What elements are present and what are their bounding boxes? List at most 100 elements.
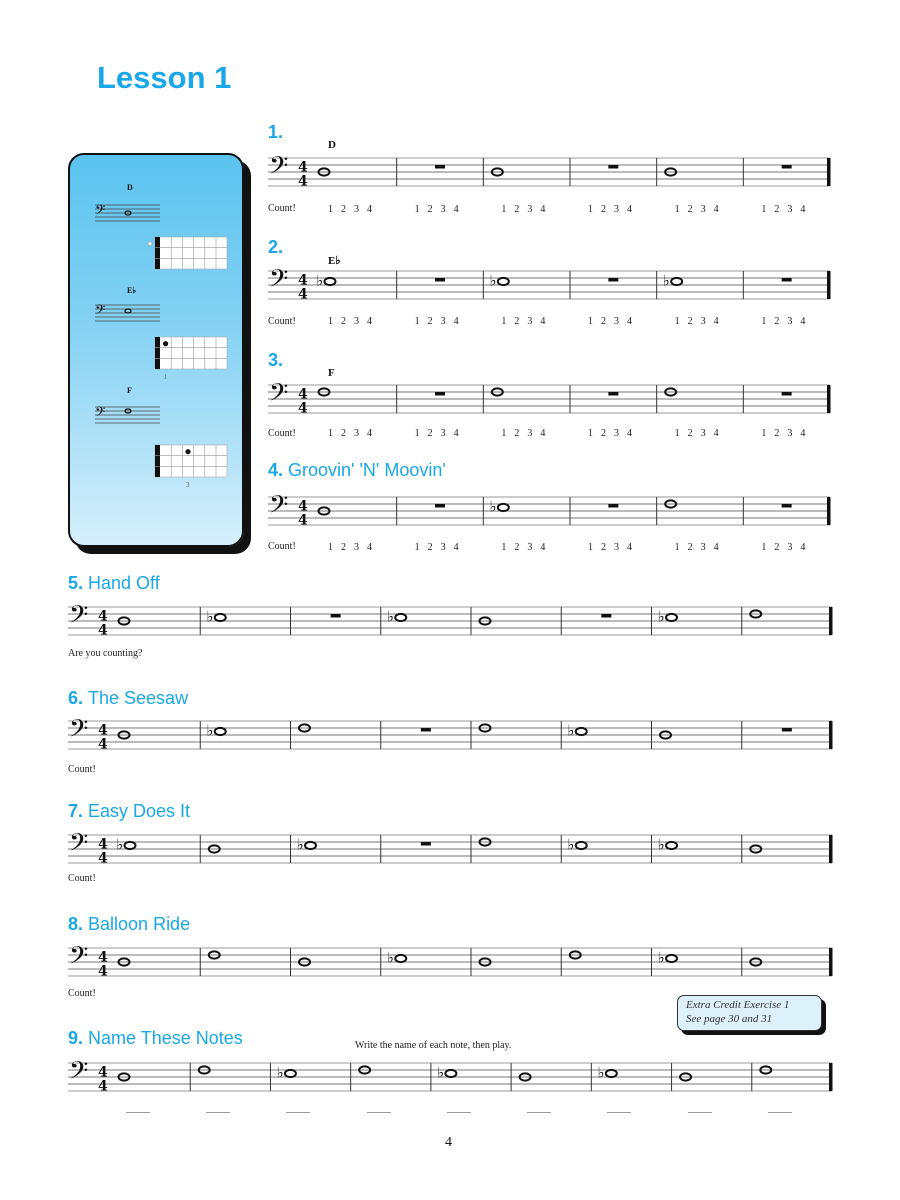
extra-credit-line2: See page 30 and 31 [686,1013,773,1025]
count-number: 2 [601,428,606,439]
whole-rest-icon [781,392,792,396]
count-number: 1 [588,316,593,327]
bass-clef-icon: 𝄢 [269,490,288,525]
count-number: 3 [614,316,619,327]
count-number: 4 [540,316,546,327]
exercise-title: Balloon Ride [88,914,191,934]
answer-blank[interactable] [527,1112,552,1113]
answer-blank[interactable] [206,1112,231,1113]
count-number: 1 [674,428,680,439]
bass-clef-icon: 𝄢 [269,151,288,186]
svg-text:𝄢: 𝄢 [269,490,288,525]
final-bar-line [827,497,831,525]
fret-number: 3 [186,481,190,489]
count-number: 1 [501,428,507,439]
count-number: 1 [414,428,420,439]
count-number: 4 [453,428,459,439]
reference-note-name: D [127,183,133,192]
count-number: 3 [440,428,446,439]
exercise-number: 8. [68,914,84,934]
count-number: 1 [674,204,680,215]
fret-number: 1 [164,373,168,381]
answer-blank[interactable] [767,1112,792,1113]
note-reference-2: E♭ 𝄢 1 [95,286,228,381]
count-number: 1 [414,542,420,553]
svg-text:4: 4 [98,622,108,638]
count-number: 3 [614,542,619,553]
count-number: 2 [774,428,780,439]
count-number: 4 [453,542,459,553]
count-number: 3 [527,316,533,327]
count-number: 4 [800,316,806,327]
whole-rest-icon [781,165,792,169]
svg-text:𝄢: 𝄢 [69,714,88,749]
finger-position-dot [185,449,191,455]
exercise-number: 7. [68,801,84,821]
exercise-footer-text: Are you counting? [68,648,143,659]
note-reference-1: D𝄢 [95,183,228,270]
time-signature-4-4: 44 [98,722,108,752]
count-number: 3 [527,428,533,439]
answer-blank[interactable] [607,1112,632,1113]
count-number: 1 [501,316,507,327]
answer-blank[interactable] [687,1112,712,1113]
count-number: 4 [367,204,372,215]
instruction-text: Write the name of each note, then play. [355,1040,512,1051]
exercise-title: Groovin' 'N' Moovin' [288,460,446,480]
whole-rest-icon [420,728,431,732]
count-number: 4 [713,204,719,215]
exercise-number: 2. [268,237,284,257]
music-staff: 𝄢 44 [268,378,831,416]
whole-rest-icon [781,278,792,282]
svg-text:4: 4 [298,173,308,189]
count-number: 1 [761,204,767,215]
svg-text:4: 4 [298,400,308,416]
answer-blank[interactable] [286,1112,311,1113]
count-number: 2 [687,204,693,215]
whole-rest-icon [601,614,612,618]
flat-icon: ♭ [387,608,394,626]
count-number: 1 [674,542,680,553]
exercise-heading: 5. Hand Off [68,573,160,594]
fretboard-diagram: 3 [154,444,228,489]
count-number: 2 [427,542,433,553]
extra-credit-line1: Extra Credit Exercise 1 [686,999,790,1011]
count-number: 2 [514,542,520,553]
whole-note-e-flat: ♭ [206,722,227,740]
flat-icon: ♭ [489,272,496,290]
count-number: 2 [601,204,606,215]
music-staff: 𝄢 44 [268,151,831,189]
exercise-title: The Seesaw [88,688,189,708]
whole-rest-icon [435,165,445,169]
exercise-heading: 1. [268,122,288,143]
answer-blank[interactable] [366,1112,391,1113]
count-number: 1 [761,428,767,439]
count-number: 2 [341,542,346,553]
answer-blank[interactable] [446,1112,471,1113]
flat-icon: ♭ [567,722,574,740]
music-staff: 𝄢 44 ♭ ♭ ♭ ♭ [68,828,833,866]
count-number: 4 [627,428,632,439]
svg-text:4: 4 [98,850,108,866]
bass-clef-icon: 𝄢 [95,404,105,423]
exercise-heading: 4. Groovin' 'N' Moovin' [268,460,446,481]
answer-blank[interactable] [126,1112,150,1113]
count-number: 3 [527,542,533,553]
count-number: 1 [674,316,680,327]
time-signature-4-4: 44 [98,836,108,866]
whole-note-e-flat: ♭ [567,836,588,854]
whole-note-e-flat: ♭ [663,272,684,290]
fretboard-diagram: 1 [154,336,228,381]
count-number: 2 [341,428,346,439]
time-signature-4-4: 44 [298,159,308,189]
count-number: 4 [627,316,632,327]
count-number: 1 [588,542,593,553]
exercise-heading: 7. Easy Does It [68,801,190,822]
count-number: 4 [367,316,372,327]
whole-note-e-flat: ♭ [297,836,317,854]
count-number: 4 [540,428,546,439]
count-number: 4 [367,428,372,439]
count-number: 1 [328,204,333,215]
count-number: 1 [328,428,333,439]
flat-icon: ♭ [658,836,665,854]
